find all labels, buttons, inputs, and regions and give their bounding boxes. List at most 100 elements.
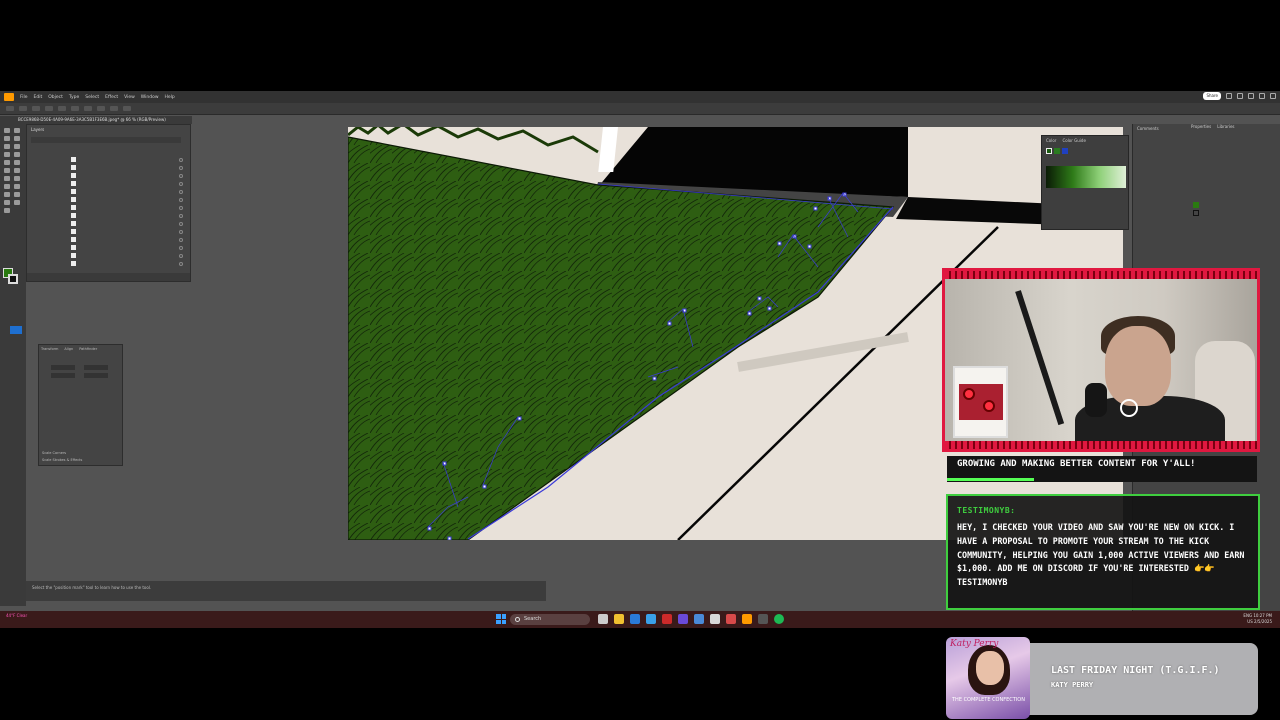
layer-target-icon[interactable] bbox=[179, 254, 183, 258]
layer-row[interactable] bbox=[67, 173, 187, 179]
share-button[interactable]: Share bbox=[1203, 92, 1221, 100]
layer-target-icon[interactable] bbox=[179, 190, 183, 194]
layer-target-icon[interactable] bbox=[179, 262, 183, 266]
spotify-icon[interactable] bbox=[774, 614, 784, 624]
control-cut-path-button[interactable] bbox=[58, 106, 66, 111]
app-icon[interactable] bbox=[710, 614, 720, 624]
maximize-icon[interactable] bbox=[1259, 93, 1265, 99]
curvature-tool-icon[interactable] bbox=[14, 144, 20, 149]
transform-w-field[interactable] bbox=[84, 365, 108, 370]
scale-strokes-checkbox[interactable]: Scale Strokes & Effects bbox=[42, 458, 82, 462]
menu-edit[interactable]: Edit bbox=[34, 95, 43, 100]
tab-libraries[interactable]: Libraries bbox=[1217, 124, 1234, 129]
layer-row[interactable] bbox=[67, 197, 187, 203]
menu-view[interactable]: View bbox=[124, 95, 135, 100]
menu-file[interactable]: File bbox=[20, 95, 28, 100]
type-tool-icon[interactable] bbox=[4, 152, 10, 157]
lasso-icon[interactable] bbox=[14, 136, 20, 141]
control-convert-button[interactable] bbox=[19, 106, 27, 111]
control-h-field[interactable] bbox=[123, 106, 131, 111]
weather-widget[interactable]: 44°F Clear bbox=[6, 613, 27, 619]
swatch-blue[interactable] bbox=[1062, 148, 1068, 154]
swatch-green[interactable] bbox=[1054, 148, 1060, 154]
workspace-icon[interactable] bbox=[1237, 93, 1243, 99]
layer-row[interactable] bbox=[67, 245, 187, 251]
document-tab[interactable]: BCCE9868-D50E-4A09-9A6E-3A3C5B1F3E6B.jpe… bbox=[12, 116, 192, 124]
layer-target-icon[interactable] bbox=[179, 246, 183, 250]
control-x-field[interactable] bbox=[84, 106, 92, 111]
layer-row[interactable] bbox=[67, 157, 187, 163]
store-icon[interactable] bbox=[646, 614, 656, 624]
app-icon[interactable] bbox=[758, 614, 768, 624]
appearance-stroke-swatch[interactable] bbox=[1193, 210, 1199, 216]
control-remove-anchor-button[interactable] bbox=[45, 106, 53, 111]
taskbar-search-box[interactable]: Search bbox=[510, 614, 590, 625]
gradient-tool-icon[interactable] bbox=[4, 192, 10, 197]
layer-target-icon[interactable] bbox=[179, 214, 183, 218]
width-tool-icon[interactable] bbox=[4, 184, 10, 189]
layer-row[interactable] bbox=[67, 261, 187, 267]
task-view-icon[interactable] bbox=[598, 614, 608, 624]
windows-start-icon[interactable] bbox=[496, 614, 506, 624]
app-icon[interactable] bbox=[662, 614, 672, 624]
scale-tool-icon[interactable] bbox=[14, 176, 20, 181]
layer-target-icon[interactable] bbox=[179, 174, 183, 178]
system-tray[interactable]: ENG 10:27 PM US 2/5/2025 bbox=[1243, 613, 1272, 625]
layer-row[interactable] bbox=[67, 213, 187, 219]
layer-row[interactable] bbox=[67, 189, 187, 195]
layer-target-icon[interactable] bbox=[179, 166, 183, 170]
tab-align[interactable]: Align bbox=[64, 347, 73, 351]
eraser-tool-icon[interactable] bbox=[14, 168, 20, 173]
layer-target-icon[interactable] bbox=[179, 158, 183, 162]
layer-row[interactable] bbox=[67, 205, 187, 211]
file-explorer-icon[interactable] bbox=[614, 614, 624, 624]
layers-tab[interactable]: Layers bbox=[31, 127, 44, 132]
eyedropper-icon[interactable] bbox=[14, 192, 20, 197]
pencil-tool-icon[interactable] bbox=[4, 168, 10, 173]
rotate-tool-icon[interactable] bbox=[4, 176, 10, 181]
zoom-tool-icon[interactable] bbox=[4, 208, 10, 213]
control-y-field[interactable] bbox=[97, 106, 105, 111]
layer-row[interactable] bbox=[67, 221, 187, 227]
control-anchor-button[interactable] bbox=[6, 106, 14, 111]
magic-wand-icon[interactable] bbox=[4, 136, 10, 141]
edge-icon[interactable] bbox=[630, 614, 640, 624]
menu-object[interactable]: Object bbox=[48, 95, 63, 100]
direct-selection-tool-icon[interactable] bbox=[14, 128, 20, 133]
app-icon[interactable] bbox=[694, 614, 704, 624]
tab-color-guide[interactable]: Color Guide bbox=[1062, 138, 1085, 143]
layer-row[interactable] bbox=[67, 181, 187, 187]
transform-y-field[interactable] bbox=[51, 373, 75, 378]
selection-tool-icon[interactable] bbox=[4, 128, 10, 133]
control-align-button[interactable] bbox=[71, 106, 79, 111]
paintbrush-tool-icon[interactable] bbox=[14, 160, 20, 165]
tab-properties[interactable]: Properties bbox=[1191, 124, 1211, 129]
layer-row[interactable] bbox=[67, 237, 187, 243]
control-handles-button[interactable] bbox=[32, 106, 40, 111]
close-icon[interactable] bbox=[1270, 93, 1276, 99]
layer-target-icon[interactable] bbox=[179, 222, 183, 226]
appearance-fill-swatch[interactable] bbox=[1193, 202, 1199, 208]
layer-row[interactable] bbox=[67, 253, 187, 259]
pen-tool-icon[interactable] bbox=[4, 144, 10, 149]
layer-row[interactable] bbox=[67, 165, 187, 171]
discord-icon[interactable] bbox=[678, 614, 688, 624]
transform-x-field[interactable] bbox=[51, 365, 75, 370]
tab-pathfinder[interactable]: Pathfinder bbox=[79, 347, 97, 351]
shape-builder-icon[interactable] bbox=[14, 184, 20, 189]
hand-tool-icon[interactable] bbox=[14, 200, 20, 205]
menu-effect[interactable]: Effect bbox=[105, 95, 118, 100]
tab-transform[interactable]: Transform bbox=[41, 347, 58, 351]
rectangle-tool-icon[interactable] bbox=[4, 160, 10, 165]
scale-corners-checkbox[interactable]: Scale Corners bbox=[42, 451, 66, 455]
fill-color-swatch[interactable] bbox=[1046, 148, 1052, 154]
stroke-swatch[interactable] bbox=[8, 274, 18, 284]
edit-toolbar-icon[interactable] bbox=[10, 326, 22, 334]
layer-target-icon[interactable] bbox=[179, 182, 183, 186]
layer-row[interactable] bbox=[67, 229, 187, 235]
minimize-icon[interactable] bbox=[1248, 93, 1254, 99]
menu-help[interactable]: Help bbox=[165, 95, 175, 100]
illustrator-taskbar-icon[interactable] bbox=[742, 614, 752, 624]
search-icon[interactable] bbox=[1226, 93, 1232, 99]
layer-target-icon[interactable] bbox=[179, 238, 183, 242]
